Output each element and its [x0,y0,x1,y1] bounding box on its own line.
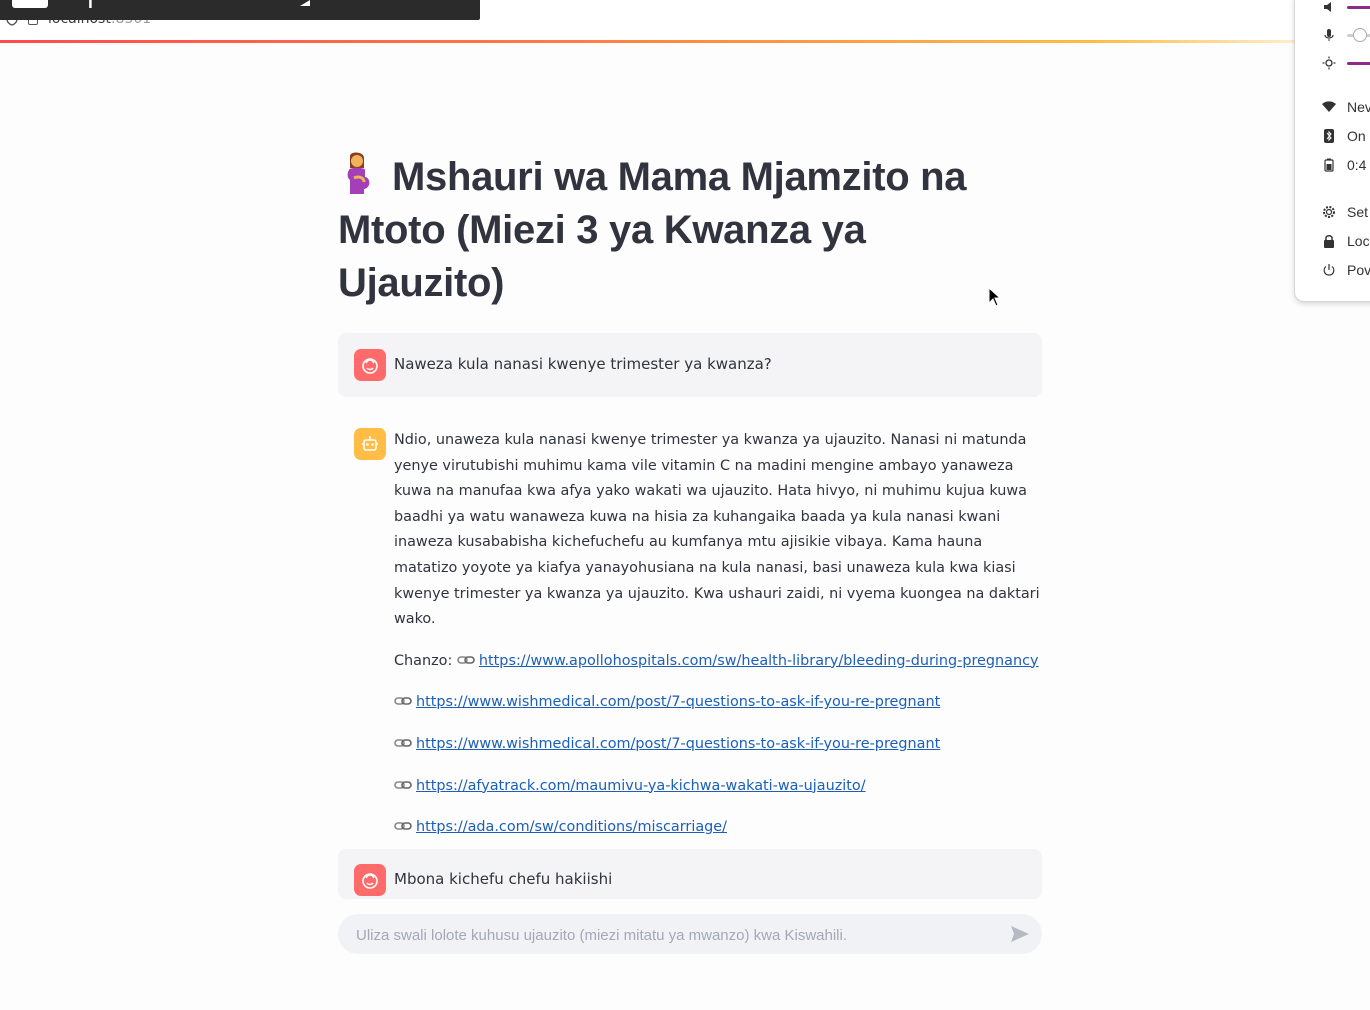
settings-item[interactable]: Set [1321,204,1368,220]
send-icon[interactable] [1008,922,1032,946]
link-icon [394,739,412,747]
info-icon[interactable]: i [88,0,93,11]
lock-icon [1321,233,1337,249]
window-icon[interactable] [12,0,48,8]
user-message-text: Naweza kula nanasi kwenye trimester ya k… [394,355,772,374]
source-link[interactable]: https://afyatrack.com/maumivu-ya-kichwa-… [416,778,866,794]
back-arrow-icon[interactable] [300,0,310,6]
microphone-icon [1321,27,1337,43]
source-line: https://www.wishmedical.com/post/7-quest… [394,690,1042,716]
source-line: https://www.wishmedical.com/post/7-quest… [394,732,1042,758]
assistant-message-body: Ndio, unaweza kula nanasi kwenye trimest… [394,428,1042,841]
network-label: Nev [1347,99,1370,115]
link-icon [394,822,412,830]
chat-message-user: Mbona kichefu chefu hakiishi [338,849,1042,899]
network-item[interactable]: Nev [1321,99,1370,115]
bluetooth-item[interactable]: On [1321,128,1366,144]
power-item[interactable]: Pov [1321,262,1370,278]
sources-label: Chanzo: [394,652,453,669]
speaker-icon [1321,0,1337,15]
source-line: Chanzo: https://www.apollohospitals.com/… [394,649,1042,675]
chat-input[interactable] [354,914,998,956]
link-icon [394,697,412,706]
battery-icon [1321,157,1337,173]
source-link[interactable]: https://www.wishmedical.com/post/7-quest… [416,694,940,710]
screen-recorder-toolbar: i [0,0,480,20]
user-message-text: Mbona kichefu chefu hakiishi [394,870,613,889]
bluetooth-label: On [1347,128,1366,144]
lock-label: Loc [1347,233,1370,249]
user-face-icon [362,358,378,374]
volume-slider[interactable] [1347,5,1370,9]
lock-item[interactable]: Loc [1321,233,1370,249]
pregnant-woman-emoji-icon [347,152,370,194]
link-icon [457,655,475,664]
assistant-avatar [354,428,386,460]
bluetooth-icon [1321,128,1337,144]
page-title-text: Mshauri wa Mama Mjamzito na Mtoto (Miezi… [338,155,967,305]
user-face-icon [362,873,378,889]
microphone-row[interactable] [1321,27,1370,43]
brightness-row[interactable] [1321,55,1370,71]
battery-label: 0:4 [1347,157,1367,173]
brightness-slider[interactable] [1347,61,1370,65]
source-link[interactable]: https://www.wishmedical.com/post/7-quest… [416,736,940,752]
chat-message-user: Naweza kula nanasi kwenye trimester ya k… [338,333,1042,397]
slider-knob[interactable] [1353,27,1367,42]
settings-icon [1321,204,1337,220]
microphone-slider[interactable] [1347,27,1370,42]
robot-face-icon [362,436,378,451]
user-avatar [354,864,386,896]
assistant-message-text: Ndio, unaweza kula nanasi kwenye trimest… [394,432,1040,628]
battery-item[interactable]: 0:4 [1321,157,1366,173]
main-column: Mshauri wa Mama Mjamzito na Mtoto (Miezi… [338,150,1042,310]
user-avatar [354,349,386,381]
system-menu: Nev On 0:4 Set Loc Pov [1294,0,1370,302]
power-label: Pov [1347,262,1370,278]
source-line: https://afyatrack.com/maumivu-ya-kichwa-… [394,774,1042,800]
chat-input-container [338,914,1042,956]
source-link[interactable]: https://ada.com/sw/conditions/miscarriag… [416,819,727,835]
volume-row[interactable] [1321,0,1370,15]
page-loading-bar [0,40,1370,43]
brightness-icon [1321,55,1337,71]
source-line: https://ada.com/sw/conditions/miscarriag… [394,815,1042,841]
page-title: Mshauri wa Mama Mjamzito na Mtoto (Miezi… [338,150,1042,310]
link-icon [394,780,412,789]
mouse-cursor-icon [988,287,1002,307]
source-link[interactable]: https://www.apollohospitals.com/sw/healt… [479,653,1039,669]
chat-message-assistant: Ndio, unaweza kula nanasi kwenye trimest… [338,428,1042,841]
network-icon [1321,99,1337,115]
settings-label: Set [1347,204,1369,220]
power-icon [1321,262,1337,278]
